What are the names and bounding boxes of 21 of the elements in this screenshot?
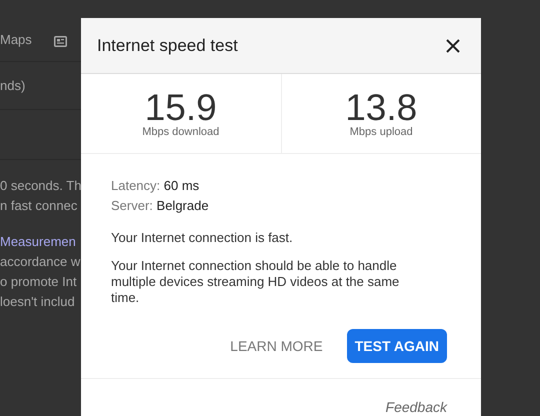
- page-text: n fast connec: [0, 197, 78, 215]
- detail-text: Latency: 60 ms: [111, 177, 200, 195]
- page-text: o promote Int: [0, 273, 78, 291]
- verdict-text: Your Internet connection is fast.: [111, 230, 294, 246]
- speed-value: 13.8: [345, 90, 418, 126]
- dialog-title: Internet speed test: [97, 36, 238, 56]
- explanation-text: Your Internet connection should be able to handle multiple devices streaming HD videos at the same time.: [111, 258, 400, 306]
- maps-tab[interactable]: Maps: [0, 32, 32, 47]
- test-again-button[interactable]: TEST AGAIN: [346, 329, 447, 363]
- page-link[interactable]: Measuremen: [0, 232, 81, 252]
- speed-unit: Mbps download: [142, 126, 220, 138]
- news-icon: [54, 36, 67, 47]
- page-text: accordance w: [0, 253, 81, 271]
- page-text: loesn't includ: [0, 293, 76, 311]
- learn-more-button[interactable]: LEARN MORE: [230, 329, 323, 363]
- caption-text: nds): [0, 78, 26, 93]
- feedback-link[interactable]: Feedback: [386, 399, 447, 415]
- page-text: 0 seconds. Th: [0, 177, 81, 195]
- speed-unit: Mbps upload: [350, 126, 413, 138]
- speed-value: 15.9: [144, 90, 217, 126]
- detail-text: Server: Belgrade: [111, 197, 210, 215]
